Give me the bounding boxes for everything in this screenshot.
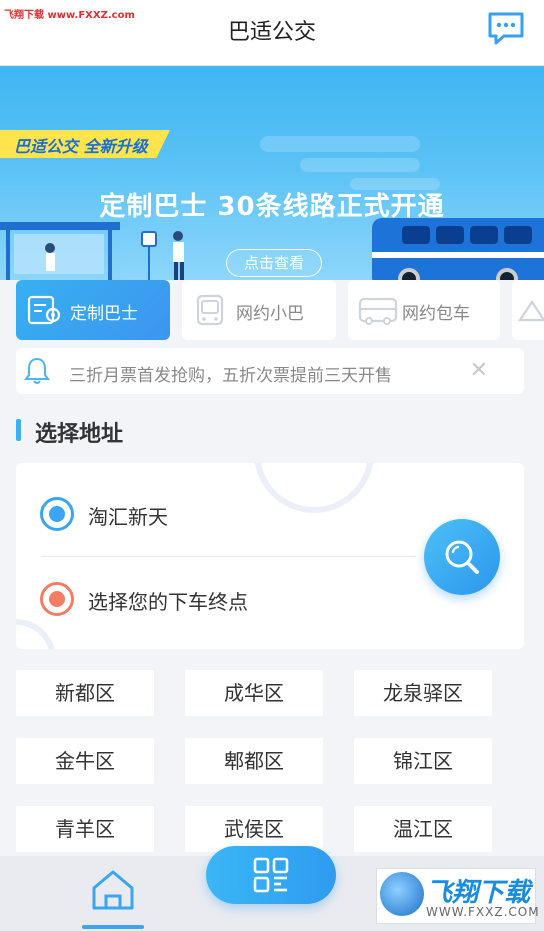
destination-field[interactable]: 选择您的下车终点 — [88, 586, 248, 615]
address-card: 淘汇新天 选择您的下车终点 — [16, 463, 524, 649]
district-button[interactable]: 金牛区 — [16, 738, 154, 784]
charter-bus-icon — [358, 293, 398, 327]
search-icon — [445, 540, 479, 574]
cloud-decoration — [260, 136, 420, 152]
section-title: 选择地址 — [35, 422, 124, 447]
divider — [42, 556, 416, 557]
mountain-icon — [518, 300, 544, 322]
qr-scan-icon — [253, 857, 289, 893]
minibus-icon — [192, 293, 228, 327]
district-button[interactable]: 温江区 — [354, 806, 492, 852]
promo-banner[interactable]: 巴适公交 全新升级 定制巴士 30条线路正式开通 点击查看 — [0, 66, 544, 280]
watermark-brand: 飞翔下载 — [426, 878, 531, 908]
cloud-decoration — [300, 158, 420, 172]
search-button[interactable] — [424, 519, 500, 595]
close-icon[interactable]: ✕ — [470, 358, 488, 383]
bus-illustration — [372, 218, 544, 280]
view-details-button[interactable]: 点击查看 — [226, 249, 322, 277]
home-tab-indicator — [82, 925, 144, 929]
bell-icon — [24, 356, 50, 386]
tab-label: 网约包车 — [402, 304, 470, 324]
tab-charter-bus[interactable]: 网约包车 — [348, 280, 500, 340]
decorative-arc — [16, 619, 56, 649]
decorative-arc — [254, 463, 374, 513]
tab-custom-bus[interactable]: 定制巴士 — [16, 280, 170, 340]
tab-label: 网约小巴 — [236, 304, 304, 324]
watermark-logo-icon — [380, 872, 424, 916]
district-button[interactable]: 郫都区 — [185, 738, 323, 784]
scan-button[interactable] — [206, 846, 336, 904]
chat-bubble-icon[interactable] — [486, 10, 526, 46]
bus-ticket-icon — [26, 293, 62, 327]
origin-field[interactable]: 淘汇新天 — [88, 501, 168, 530]
section-accent-bar — [16, 419, 21, 441]
tab-label: 定制巴士 — [70, 304, 138, 324]
district-button[interactable]: 龙泉驿区 — [354, 670, 492, 716]
upgrade-tag-text: 巴适公交 全新升级 — [14, 137, 148, 156]
notice-bar[interactable]: 三折月票首发抢购，五折次票提前三天开售 ✕ — [16, 348, 524, 394]
district-button[interactable]: 成华区 — [185, 670, 323, 716]
destination-radio[interactable] — [40, 582, 74, 616]
district-button[interactable]: 青羊区 — [16, 806, 154, 852]
origin-radio[interactable] — [40, 497, 74, 531]
district-button[interactable]: 新都区 — [16, 670, 154, 716]
notice-text: 三折月票首发抢购，五折次票提前三天开售 — [69, 366, 392, 386]
tab-more[interactable] — [512, 280, 544, 340]
person-illustration — [141, 231, 184, 280]
home-icon[interactable] — [88, 864, 138, 916]
tab-minibus[interactable]: 网约小巴 — [182, 280, 336, 340]
bus-stop-illustration — [0, 216, 130, 280]
app-header: 飞翔下载 www.FXXZ.com 巴适公交 — [0, 0, 544, 66]
watermark-url: WWW.FXXZ.COM — [426, 905, 540, 919]
page-title: 巴适公交 — [227, 20, 316, 45]
district-button[interactable]: 锦江区 — [354, 738, 492, 784]
